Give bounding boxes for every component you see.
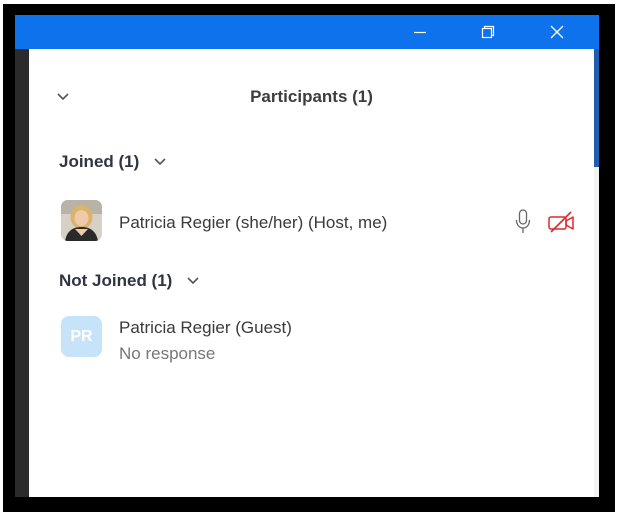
chevron-down-icon [154, 158, 166, 166]
section-not-joined-header[interactable]: Not Joined (1) [59, 271, 200, 291]
participants-window: Participants (1) Joined (1) Patricia Reg… [15, 15, 599, 497]
participants-panel: Participants (1) Joined (1) Patricia Reg… [29, 49, 594, 497]
participant-row[interactable]: PR Patricia Regier (Guest) No response [29, 311, 594, 377]
title-bar [15, 15, 599, 49]
participant-name: Patricia Regier (she/her) (Host, me) [119, 213, 387, 233]
participant-name-text: Patricia Regier (she/her) [119, 213, 304, 232]
section-joined-label: Joined (1) [59, 152, 140, 171]
avatar [61, 200, 102, 241]
restore-button[interactable] [465, 15, 511, 49]
close-icon [550, 25, 564, 39]
participant-status: No response [119, 344, 216, 363]
participant-name: Patricia Regier (Guest) [119, 318, 292, 338]
chevron-down-icon [187, 277, 199, 285]
section-not-joined-label: Not Joined (1) [59, 271, 173, 290]
avatar: PR [61, 316, 102, 357]
participant-tags: (Guest) [235, 318, 292, 337]
avatar-photo-icon [61, 200, 102, 241]
minimize-icon [414, 31, 426, 34]
participant-tags: (Host, me) [307, 213, 388, 232]
section-joined-header[interactable]: Joined (1) [59, 152, 167, 172]
video-off-icon[interactable] [547, 211, 575, 233]
microphone-icon[interactable] [515, 209, 531, 235]
scrollbar-thumb[interactable] [594, 49, 599, 167]
minimize-button[interactable] [397, 15, 443, 49]
panel-title: Participants (1) [250, 87, 373, 106]
background-window-edge [15, 49, 29, 497]
participant-row[interactable]: Patricia Regier (she/her) (Host, me) [29, 195, 594, 249]
close-button[interactable] [534, 15, 580, 49]
restore-icon [481, 25, 495, 39]
participant-name-text: Patricia Regier [119, 318, 231, 337]
